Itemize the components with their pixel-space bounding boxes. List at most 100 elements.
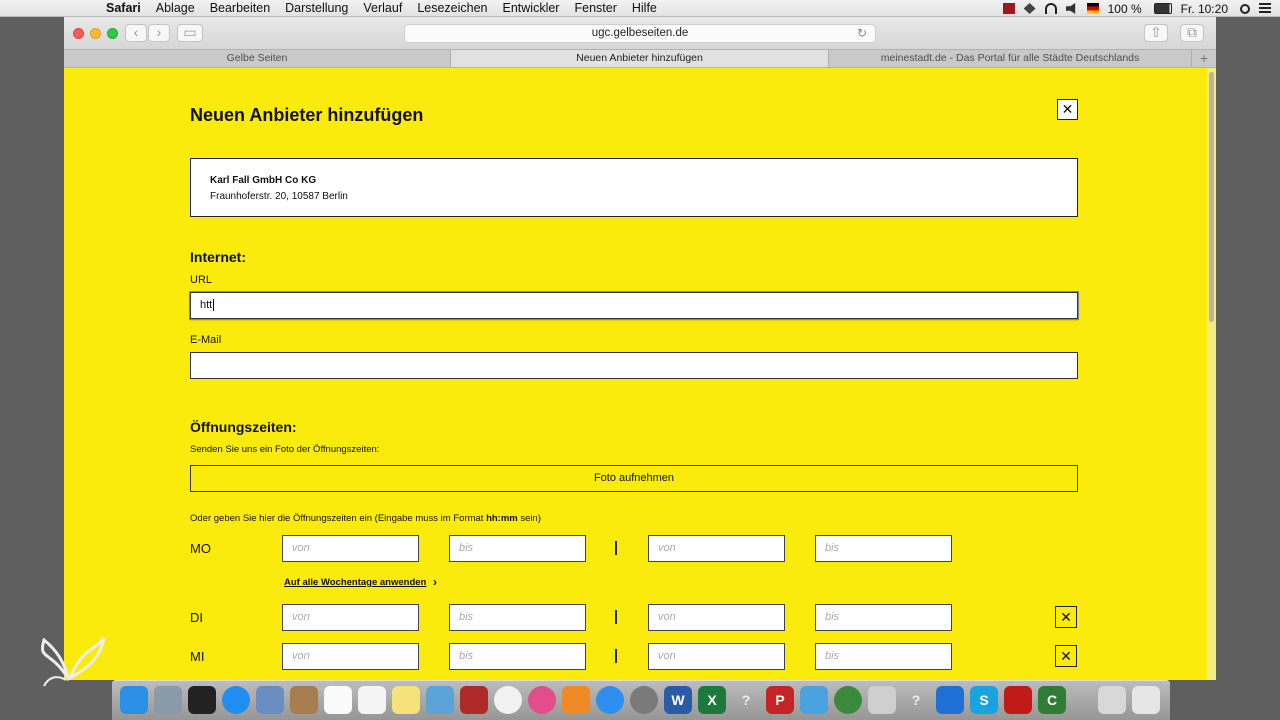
address-bar[interactable]: ugc.gelbeseiten.de ↻	[404, 24, 876, 43]
finder-icon[interactable]	[120, 686, 148, 714]
app-store-icon[interactable]	[596, 686, 624, 714]
sidebar-toggle-button[interactable]: ▭	[177, 24, 203, 42]
scrollbar-thumb[interactable]	[1209, 72, 1214, 322]
forward-button[interactable]: ›	[148, 24, 170, 42]
system-preferences-icon[interactable]	[630, 686, 658, 714]
itunes-icon[interactable]	[528, 686, 556, 714]
take-photo-button[interactable]: Foto aufnehmen	[190, 465, 1078, 492]
battery-percent[interactable]: 100 %	[1108, 2, 1142, 16]
di-to-1-input[interactable]: bis	[449, 604, 586, 631]
notes-icon[interactable]	[392, 686, 420, 714]
dropbox-icon[interactable]	[1023, 3, 1036, 14]
tab-neuen-anbieter[interactable]: Neuen Anbieter hinzufügen	[451, 50, 829, 67]
photo-booth-icon[interactable]	[460, 686, 488, 714]
mi-to-2-input[interactable]: bis	[815, 643, 952, 670]
volume-icon[interactable]	[1065, 3, 1076, 14]
safari-icon[interactable]	[222, 686, 250, 714]
notification-center-icon[interactable]	[1259, 3, 1271, 14]
network-icon[interactable]	[834, 686, 862, 714]
contacts-icon[interactable]	[290, 686, 318, 714]
unknown-app-2-icon[interactable]: ?	[902, 686, 930, 714]
powerpoint-icon[interactable]: P	[766, 686, 794, 714]
mi-from-2-input[interactable]: von	[648, 643, 785, 670]
clock[interactable]: Fr. 10:20	[1181, 2, 1228, 16]
menu-darstellung[interactable]: Darstellung	[285, 1, 348, 15]
back-button[interactable]: ‹	[125, 24, 147, 42]
close-window-button[interactable]	[73, 28, 84, 39]
trash-icon[interactable]	[1132, 686, 1160, 714]
share-icon[interactable]: ⇧	[1144, 24, 1168, 42]
dashboard-icon[interactable]	[188, 686, 216, 714]
url-input[interactable]: htt	[190, 292, 1078, 319]
menu-lesezeichen[interactable]: Lesezeichen	[417, 1, 487, 15]
menu-ablage[interactable]: Ablage	[156, 1, 195, 15]
downloads-folder-icon[interactable]	[1098, 686, 1126, 714]
mo-to-2-input[interactable]: bis	[815, 535, 952, 562]
spotlight-search-icon[interactable]	[1240, 3, 1250, 14]
text-caret	[213, 299, 215, 312]
email-label: E-Mail	[190, 334, 222, 346]
provider-card: Karl Fall GmbH Co KG Fraunhoferstr. 20, …	[190, 158, 1078, 217]
camtasia-icon[interactable]: C	[1038, 686, 1066, 714]
dialog-close-button[interactable]: ✕	[1057, 99, 1078, 120]
menu-app-safari[interactable]: Safari	[106, 1, 141, 15]
manual-hint-suffix: sein)	[517, 513, 541, 524]
teamviewer-icon[interactable]	[936, 686, 964, 714]
word-icon[interactable]: W	[664, 686, 692, 714]
url-input-value: htt	[200, 299, 213, 311]
menu-verlauf[interactable]: Verlauf	[363, 1, 402, 15]
menu-hilfe[interactable]: Hilfe	[632, 1, 657, 15]
menu-entwickler[interactable]: Entwickler	[503, 1, 560, 15]
calendar-icon[interactable]	[324, 686, 352, 714]
ibooks-icon[interactable]	[562, 686, 590, 714]
manual-hint-prefix: Oder geben Sie hier die Öffnungszeiten e…	[190, 513, 487, 524]
utility-icon[interactable]	[868, 686, 896, 714]
messages-icon[interactable]	[426, 686, 454, 714]
preview-icon[interactable]	[256, 686, 284, 714]
email-input[interactable]	[190, 352, 1078, 379]
internet-heading: Internet:	[190, 249, 246, 265]
remove-day-di-button[interactable]: ✕	[1055, 606, 1077, 628]
reminders-icon[interactable]	[358, 686, 386, 714]
messenger-icon[interactable]	[800, 686, 828, 714]
di-from-1-input[interactable]: von	[282, 604, 419, 631]
battery-icon[interactable]	[1153, 3, 1172, 14]
chevron-right-icon[interactable]: ›	[433, 575, 437, 589]
manual-hours-hint: Oder geben Sie hier die Öffnungszeiten e…	[190, 513, 541, 524]
tab-meinestadt[interactable]: meinestadt.de - Das Portal für alle Städ…	[829, 50, 1192, 67]
menu-bar: Safari Ablage Bearbeiten Darstellung Ver…	[0, 0, 1280, 17]
tabs-overview-icon[interactable]: ⧉	[1180, 24, 1204, 42]
app-status-icon[interactable]	[1002, 3, 1015, 14]
di-to-2-input[interactable]: bis	[815, 604, 952, 631]
photos-icon[interactable]	[494, 686, 522, 714]
mi-from-1-input[interactable]: von	[282, 643, 419, 670]
flag-de-icon[interactable]	[1086, 3, 1099, 14]
apply-to-all-link[interactable]: Auf alle Wochentage anwenden	[284, 577, 426, 588]
minimize-window-button[interactable]	[90, 28, 101, 39]
excel-icon[interactable]: X	[698, 686, 726, 714]
zoom-window-button[interactable]	[107, 28, 118, 39]
wifi-icon[interactable]	[1044, 3, 1057, 14]
di-from-2-input[interactable]: von	[648, 604, 785, 631]
acrobat-icon[interactable]	[1004, 686, 1032, 714]
menu-fenster[interactable]: Fenster	[574, 1, 616, 15]
day-label-mi: MI	[190, 649, 205, 664]
unknown-app-icon[interactable]: ?	[732, 686, 760, 714]
time-separator	[615, 541, 617, 555]
mi-to-1-input[interactable]: bis	[449, 643, 586, 670]
provider-address: Fraunhoferstr. 20, 10587 Berlin	[210, 191, 348, 202]
provider-name: Karl Fall GmbH Co KG	[210, 175, 317, 186]
reload-icon[interactable]: ↻	[857, 25, 867, 42]
page-scrollbar[interactable]	[1207, 68, 1216, 680]
menu-bearbeiten[interactable]: Bearbeiten	[210, 1, 270, 15]
launchpad-icon[interactable]	[154, 686, 182, 714]
mo-from-1-input[interactable]: von	[282, 535, 419, 562]
remove-day-mi-button[interactable]: ✕	[1055, 645, 1077, 667]
skype-icon[interactable]: S	[970, 686, 998, 714]
new-tab-button[interactable]: +	[1192, 50, 1216, 67]
tab-gelbe-seiten[interactable]: Gelbe Seiten	[64, 50, 451, 67]
mo-to-1-input[interactable]: bis	[449, 535, 586, 562]
mo-from-2-input[interactable]: von	[648, 535, 785, 562]
dock: W X ? P ? S C	[112, 680, 1170, 720]
butterfly-logo-icon	[41, 637, 106, 687]
